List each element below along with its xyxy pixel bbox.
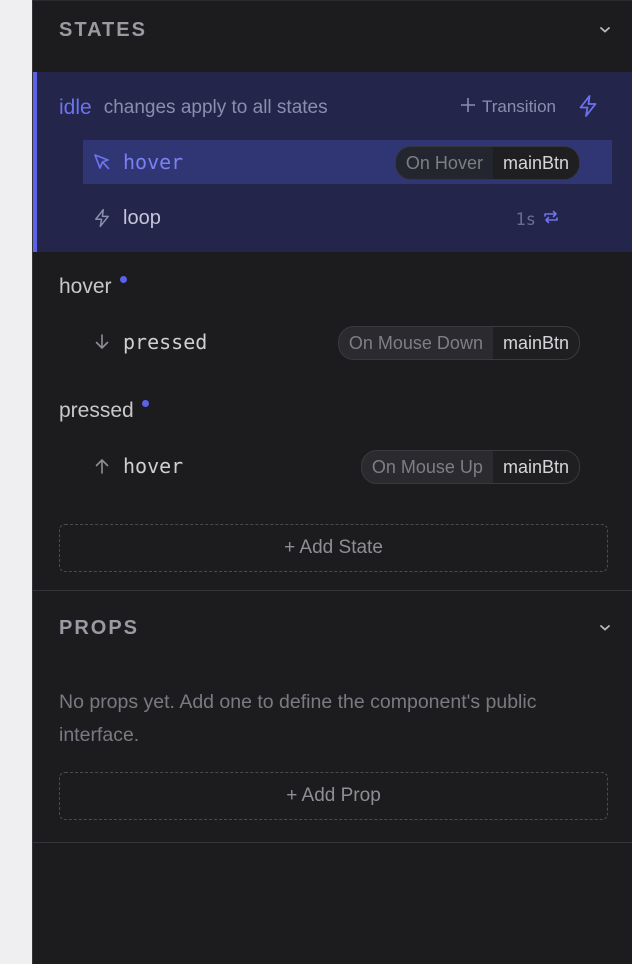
trigger-pill-on-hover[interactable]: On Hover mainBtn: [394, 146, 580, 180]
transition-target-hover: hover: [123, 150, 184, 174]
panel-top-border: [33, 0, 632, 1]
trigger-element: mainBtn: [492, 147, 579, 179]
inspector-panel: STATES idle changes apply to all states …: [32, 0, 632, 964]
trigger-event: On Mouse Down: [348, 332, 483, 353]
section-divider: [33, 590, 632, 591]
modified-dot: [141, 399, 149, 407]
idle-state-subtitle: changes apply to all states: [103, 97, 328, 118]
hover-state-name[interactable]: hover: [59, 275, 112, 299]
transition-target-loop: loop: [123, 206, 161, 229]
modified-dot: [119, 275, 127, 283]
plus-icon: [460, 97, 476, 118]
chevron-down-icon[interactable]: [598, 621, 612, 635]
props-section-header[interactable]: PROPS: [59, 613, 612, 643]
cursor-icon: [91, 151, 113, 173]
states-section-title: STATES: [59, 18, 147, 41]
arrow-up-icon: [91, 455, 113, 477]
add-transition-label: Transition: [481, 97, 556, 116]
trigger-element: mainBtn: [492, 451, 579, 483]
pressed-state-name[interactable]: pressed: [59, 399, 134, 423]
transition-target-hover: hover: [123, 454, 184, 478]
idle-state-header[interactable]: idle changes apply to all states: [59, 94, 328, 122]
props-section-title: PROPS: [59, 616, 140, 639]
states-section-header[interactable]: STATES: [59, 15, 612, 45]
add-state-button[interactable]: + Add State: [59, 524, 608, 572]
add-transition-button[interactable]: Transition: [460, 96, 556, 118]
repeat-icon: [542, 208, 560, 231]
pressed-state-header[interactable]: pressed: [59, 396, 149, 426]
bolt-icon: [91, 207, 113, 229]
trigger-pill-on-mouse-down[interactable]: On Mouse Down mainBtn: [337, 326, 580, 360]
trigger-pill-on-mouse-up[interactable]: On Mouse Up mainBtn: [360, 450, 580, 484]
arrow-down-icon: [91, 331, 113, 353]
trigger-element: mainBtn: [492, 327, 579, 359]
trigger-event: On Hover: [405, 152, 483, 173]
loop-duration-value: 1s: [515, 209, 536, 230]
props-empty-message: No props yet. Add one to define the comp…: [59, 691, 537, 746]
section-divider: [33, 842, 632, 843]
bolt-icon[interactable]: [576, 94, 600, 118]
trigger-event: On Mouse Up: [371, 456, 483, 477]
loop-duration[interactable]: 1s: [516, 208, 560, 231]
transition-target-pressed: pressed: [123, 330, 208, 354]
hover-state-header[interactable]: hover: [59, 272, 127, 302]
add-prop-button[interactable]: + Add Prop: [59, 772, 608, 820]
chevron-down-icon[interactable]: [598, 23, 612, 37]
idle-state-name[interactable]: idle: [59, 96, 92, 120]
